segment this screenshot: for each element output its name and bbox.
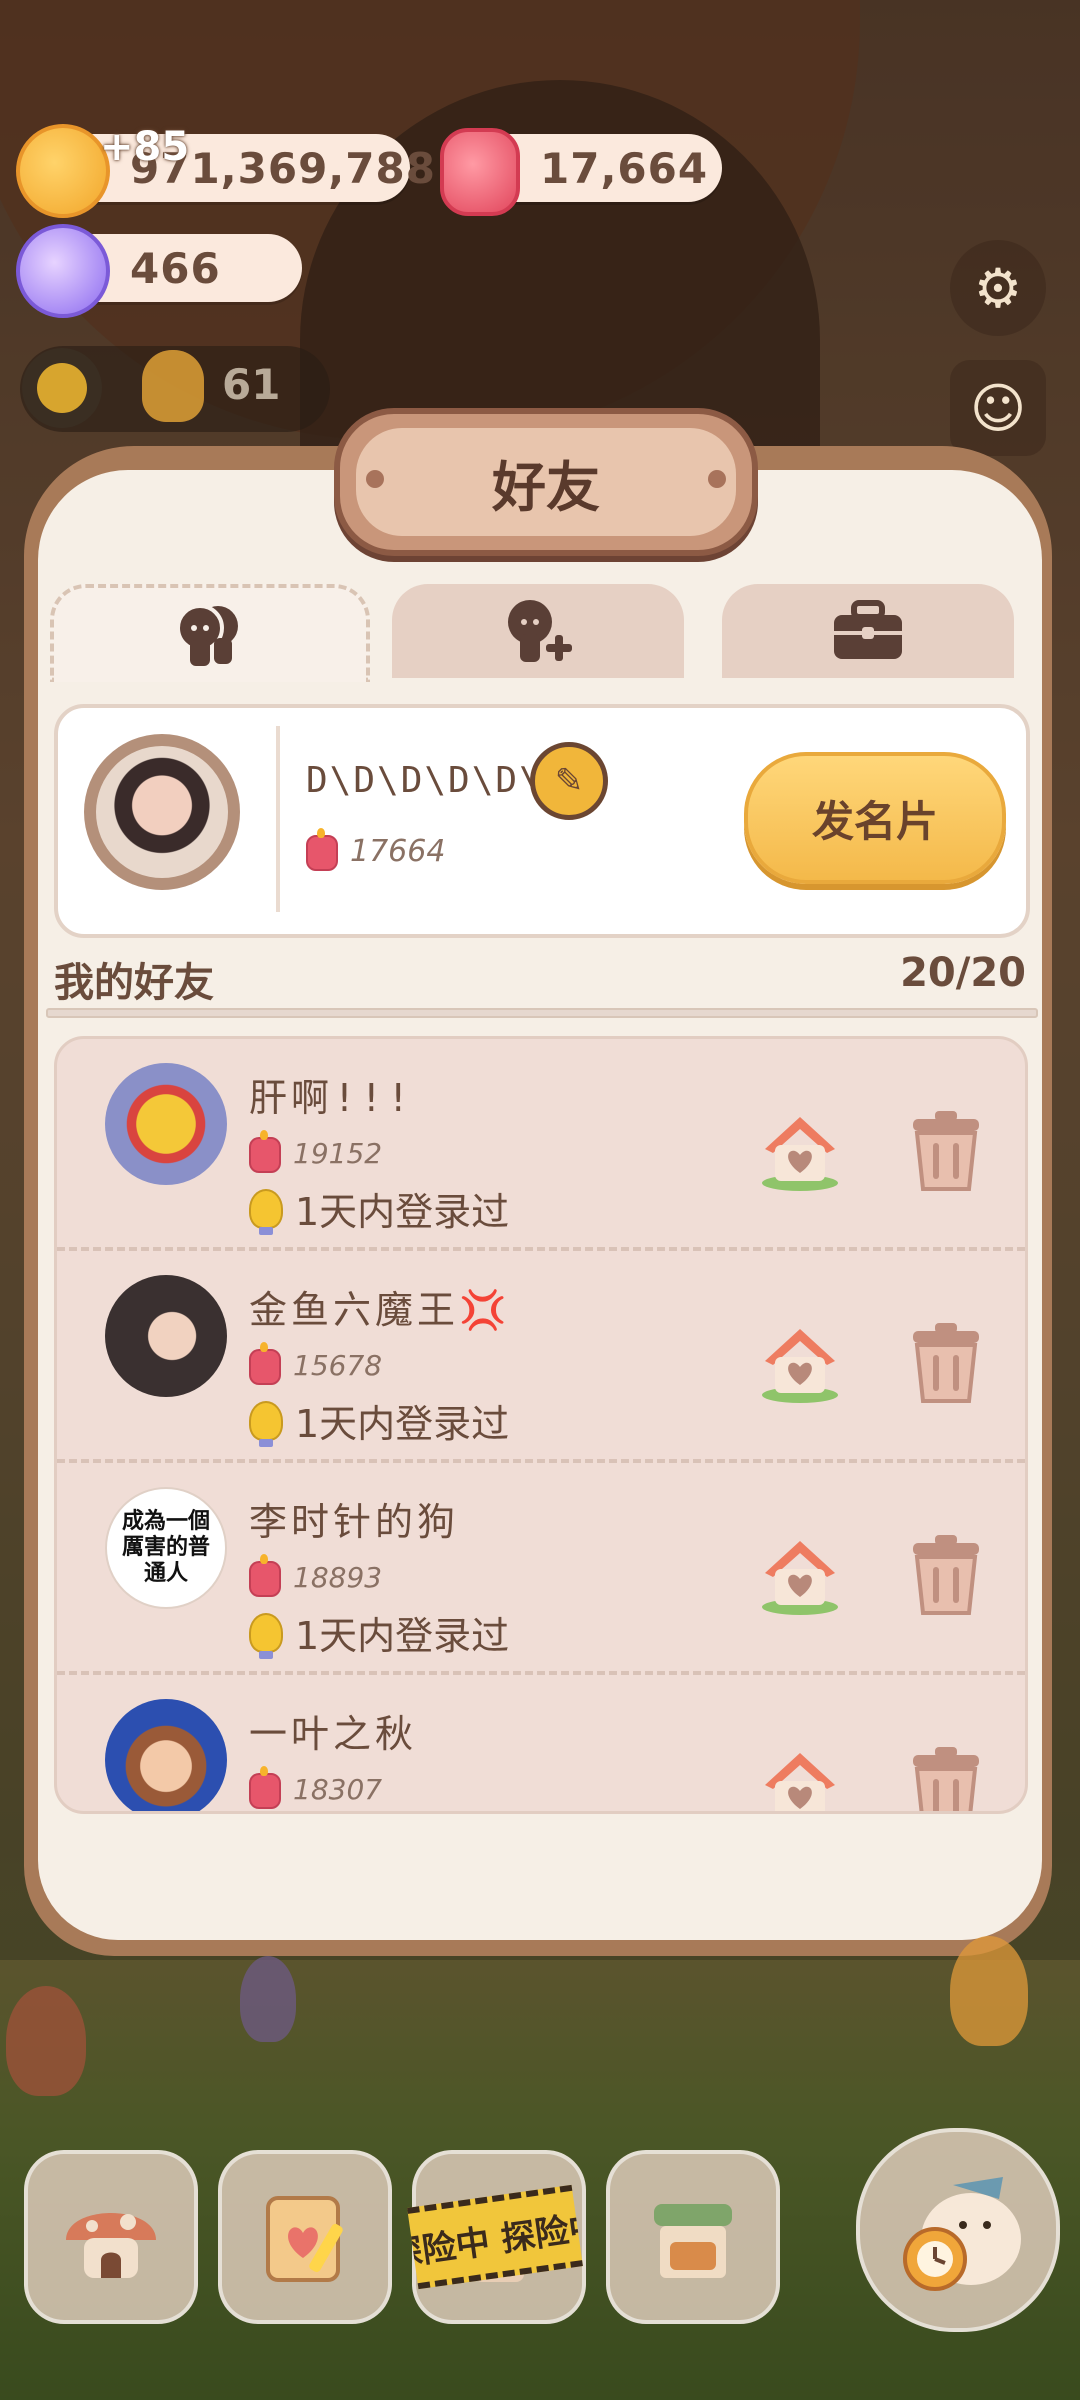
send-card-button[interactable]: 发名片 [744,752,1006,884]
cookie-coin-icon [16,124,110,218]
friend-row[interactable]: 肝啊!!! 19152 1天内登录过 [57,1039,1025,1251]
visit-house-icon[interactable] [757,1745,843,1811]
candy-icon [16,224,110,318]
shop-stall-icon [654,2204,732,2278]
gingerbread-character [950,1936,1028,2046]
visit-house-icon[interactable] [757,1321,843,1407]
friend-count-value: 18307 [293,1773,383,1806]
bulb-icon [249,1612,283,1659]
candle-icon [249,1766,281,1809]
delete-friend-trash-icon[interactable] [907,1109,985,1195]
dialog-title: 好友 [492,455,600,519]
edit-name-pencil-icon[interactable]: ✎ [530,742,608,820]
briefcase-icon [834,600,902,659]
bulb-icon [249,1188,283,1235]
tab-friends[interactable] [50,584,370,682]
visit-house-icon[interactable] [757,1109,843,1195]
candle-icon [249,1342,281,1385]
friend-name: 肝啊!!! [249,1076,414,1120]
friend-candle-count: 15678 [249,1342,383,1385]
candle-icon [249,1130,281,1173]
notebook-heart-icon [266,2196,343,2282]
friend-login-status: 1天内登录过 [249,1181,509,1236]
character-alarm-button[interactable] [856,2128,1060,2332]
gingerbread-character [6,1986,86,2096]
chick-icon [142,350,204,422]
friends-icon [176,604,238,666]
delete-friend-trash-icon[interactable] [907,1745,985,1811]
dialog-title-plate: 好友 [334,408,758,556]
friend-login-status: 1天内登录过 [249,1605,509,1660]
friends-section-title: 我的好友 [54,960,214,1006]
candle-icon [306,827,338,871]
stamp-icon[interactable]: ☺ [950,360,1046,456]
alarm-clock-character-icon [903,2177,1021,2291]
friend-row[interactable]: 一叶之秋 18307 [57,1675,1025,1811]
my-avatar[interactable] [84,734,240,890]
my-candle-count: 17664 [306,827,446,871]
sun-icon[interactable] [22,348,102,428]
friend-avatar[interactable] [105,1275,227,1397]
friend-count-value: 18893 [293,1561,383,1594]
friend-avatar[interactable] [105,1063,227,1185]
home-mushroom-button[interactable] [24,2150,198,2324]
friend-candle-count: 18307 [249,1766,383,1809]
friend-name: 一叶之秋 [249,1712,418,1756]
avatar-text: 成為一個厲害的普通人 [121,1509,210,1586]
friend-count-value: 15678 [293,1349,383,1382]
tab-bag[interactable] [722,584,1014,678]
friend-candle-count: 19152 [249,1130,383,1173]
friend-candle-count: 18893 [249,1554,383,1597]
card-divider [276,726,280,912]
friend-avatar[interactable] [105,1699,227,1811]
coin-gain-label: +85 [100,124,190,170]
delete-friend-trash-icon[interactable] [907,1321,985,1407]
settings-gear-icon[interactable]: ⚙ [950,240,1046,336]
friend-row[interactable]: 金鱼六魔王💢 15678 1天内登录过 [57,1251,1025,1463]
section-divider [46,1008,1038,1018]
friends-count: 20/20 [900,950,1026,996]
visit-house-icon[interactable] [757,1533,843,1619]
add-friend-icon [508,600,572,662]
mushroom-house-icon [66,2213,156,2278]
friend-name: 李时针的狗 [249,1500,460,1544]
bulb-icon [249,1400,283,1447]
candle-icon [440,128,520,216]
friend-status-text: 1天内登录过 [295,1190,510,1234]
shop-button[interactable] [606,2150,780,2324]
friend-row[interactable]: 成為一個厲害的普通人 李时针的狗 18893 1天内登录过 [57,1463,1025,1675]
my-count-value: 17664 [350,834,446,869]
friend-login-status: 1天内登录过 [249,1393,509,1448]
diary-button[interactable] [218,2150,392,2324]
level-value: 61 [222,360,281,409]
tab-add-friend[interactable] [392,584,684,678]
my-name: D\D\D\D\D\ [306,760,543,801]
friend-status-text: 1天内登录过 [295,1614,510,1658]
candle-icon [249,1554,281,1597]
delete-friend-trash-icon[interactable] [907,1533,985,1619]
friend-status-text: 1天内登录过 [295,1402,510,1446]
garden-character [240,1956,296,2042]
friend-count-value: 19152 [293,1137,383,1170]
friends-list[interactable]: 肝啊!!! 19152 1天内登录过 金鱼六魔王💢 15678 1天内登录过 成… [54,1036,1028,1814]
friend-name: 金鱼六魔王💢 [249,1288,511,1332]
friend-avatar[interactable]: 成為一個厲害的普通人 [105,1487,227,1609]
